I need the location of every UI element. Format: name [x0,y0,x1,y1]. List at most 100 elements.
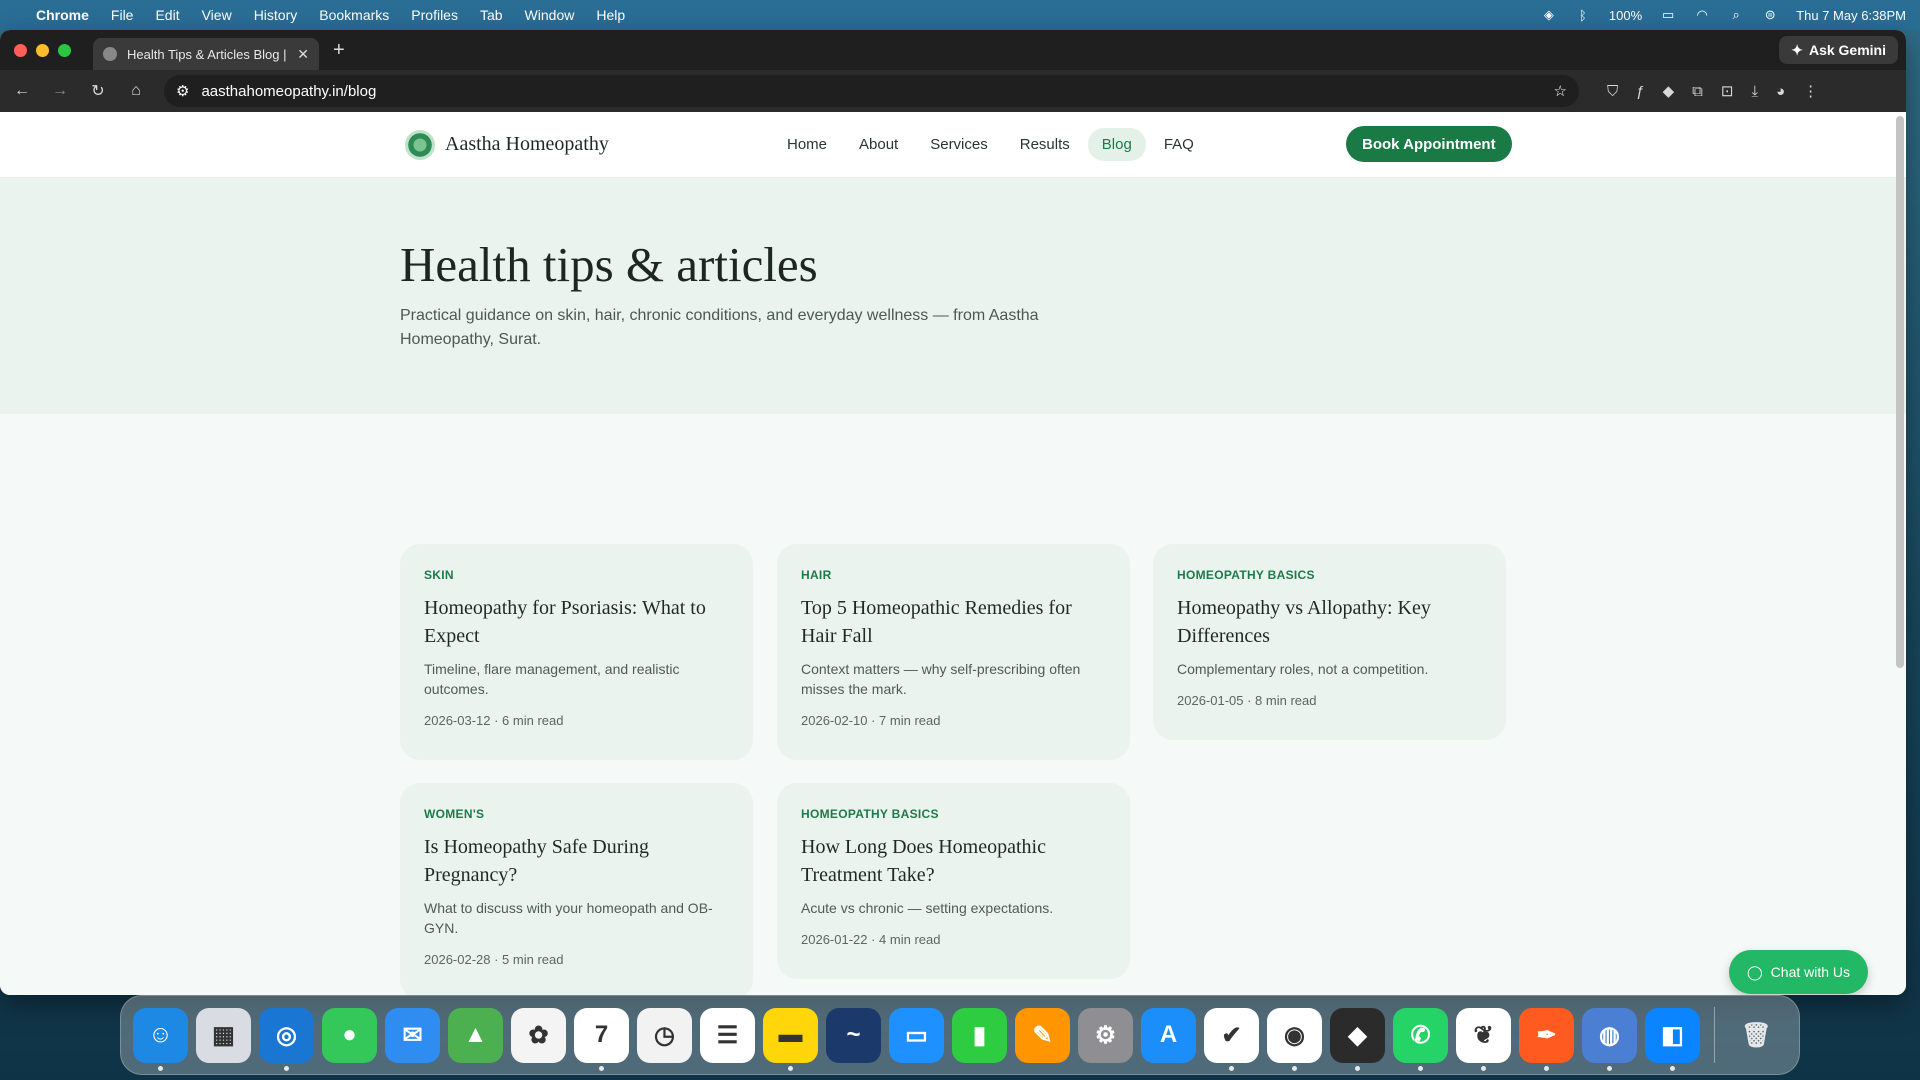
color-extension-icon[interactable]: ◆ [1663,82,1675,100]
dock-disk-utility-icon[interactable]: ◍ [1582,1007,1637,1071]
menu-view[interactable]: View [202,7,232,23]
url-text[interactable]: aasthahomeopathy.in/blog [201,83,1541,100]
site-logo[interactable]: Aastha Homeopathy [405,129,609,160]
menu-bookmarks[interactable]: Bookmarks [319,7,389,23]
reload-icon[interactable]: ↻ [88,81,108,101]
dock-calendar-icon[interactable]: 7 [574,1007,629,1071]
spotlight-search-icon[interactable]: ⌕ [1728,7,1744,23]
menubar-clock[interactable]: Thu 7 May 6:38PM [1796,8,1906,23]
app-menu[interactable]: Chrome [36,7,89,23]
article-card[interactable]: HAIR Top 5 Homeopathic Remedies for Hair… [777,544,1130,760]
dock-safari-icon[interactable]: ◎ [259,1007,314,1071]
nav-results[interactable]: Results [1006,128,1084,161]
dock-separator [1714,1007,1715,1063]
menu-help[interactable]: Help [596,7,625,23]
dock-mail-icon[interactable]: ✉ [385,1007,440,1063]
tab-title: Health Tips & Articles Blog | A [127,46,290,62]
brand-name: Aastha Homeopathy [445,133,609,155]
fullscreen-window-button[interactable] [58,43,71,57]
menu-window[interactable]: Window [525,7,575,23]
dock-trash-icon[interactable]: 🗑 [1729,1008,1784,1063]
nav-about[interactable]: About [845,128,912,161]
dock-messages-icon[interactable]: ● [322,1007,377,1063]
web-page: Aastha Homeopathy Home About Services Re… [0,112,1906,995]
article-category: HAIR [801,568,832,582]
dock-finder-icon[interactable]: ☺ [133,1007,188,1071]
chrome-window: Health Tips & Articles Blog | A ✕ + ✦ As… [0,30,1906,995]
article-excerpt: Context matters — why self-prescribing o… [801,661,1081,697]
address-bar[interactable]: ⚙ aasthahomeopathy.in/blog ☆ [164,75,1579,107]
shield-extension-icon[interactable]: ⛉ [1607,83,1618,100]
menu-history[interactable]: History [254,7,298,23]
function-extension-icon[interactable]: ƒ [1636,83,1644,100]
dropbox-icon[interactable]: ◈ [1541,7,1557,23]
dock-mongodb-icon[interactable]: ❦ [1456,1007,1511,1071]
browser-tab-active[interactable]: Health Tips & Articles Blog | A ✕ [93,38,319,70]
ask-gemini-button[interactable]: ✦ Ask Gemini [1779,36,1898,64]
page-scrollbar[interactable] [1896,116,1904,668]
article-meta: 2026-02-10 · 7 min read [801,713,941,728]
chat-with-us-button[interactable]: ◯ Chat with Us [1729,950,1869,994]
back-arrow-icon[interactable]: ← [12,82,32,100]
extensions-puzzle-icon[interactable]: ⧉ [1692,83,1703,100]
article-card[interactable]: HOMEOPATHY BASICS How Long Does Homeopat… [777,783,1130,979]
menu-file[interactable]: File [111,7,134,23]
article-excerpt: What to discuss with your homeopath and … [424,900,713,936]
nav-blog[interactable]: Blog [1087,128,1146,161]
article-title[interactable]: Is Homeopathy Safe During Pregnancy? [424,833,729,889]
nav-home[interactable]: Home [773,128,841,161]
tab-close-icon[interactable]: ✕ [297,46,309,63]
gemini-sparkle-icon: ✦ [1791,41,1803,58]
article-meta: 2026-01-05 · 8 min read [1177,693,1317,708]
dock-system-settings-icon[interactable]: ⚙ [1078,1007,1133,1063]
menu-tab[interactable]: Tab [480,7,503,23]
article-title[interactable]: Homeopathy vs Allopathy: Key Differences [1177,594,1482,650]
bookmark-star-icon[interactable]: ☆ [1554,82,1567,100]
forward-arrow-icon[interactable]: → [50,82,70,100]
menu-edit[interactable]: Edit [155,7,179,23]
article-title[interactable]: Homeopathy for Psoriasis: What to Expect [424,594,729,650]
article-title[interactable]: Top 5 Homeopathic Remedies for Hair Fall [801,594,1106,650]
dock-reminders-icon[interactable]: ☰ [700,1007,755,1063]
article-meta: 2026-02-28 · 5 min read [424,952,564,967]
dock-freeform-icon[interactable]: ~ [826,1007,881,1063]
menu-profiles[interactable]: Profiles [411,7,458,23]
dock-pages-icon[interactable]: ✎ [1015,1007,1070,1063]
article-card[interactable]: WOMEN'S Is Homeopathy Safe During Pregna… [400,783,753,995]
minimize-window-button[interactable] [36,43,49,57]
dock-cursor-icon[interactable]: ◆ [1330,1007,1385,1071]
site-info-icon[interactable]: ⚙ [176,82,189,100]
new-tab-icon[interactable]: + [333,39,345,62]
downloads-icon[interactable]: ⤓ [1751,83,1758,100]
dock-whatsapp-icon[interactable]: ✆ [1393,1007,1448,1071]
control-center-icon[interactable]: ⊜ [1762,7,1778,23]
article-card[interactable]: SKIN Homeopathy for Psoriasis: What to E… [400,544,753,760]
nav-services[interactable]: Services [916,128,1002,161]
article-card[interactable]: HOMEOPATHY BASICS Homeopathy vs Allopath… [1153,544,1506,740]
close-window-button[interactable] [14,43,27,57]
bluetooth-icon[interactable]: ᛒ [1575,7,1591,23]
dock-notes-icon[interactable]: ▬ [763,1007,818,1071]
ask-gemini-label: Ask Gemini [1808,42,1886,58]
nav-faq[interactable]: FAQ [1150,128,1208,161]
dock-photos-icon[interactable]: ✿ [511,1007,566,1063]
dock-numbers-icon[interactable]: ▮ [952,1007,1007,1063]
dock-clock-icon[interactable]: ◷ [637,1007,692,1063]
dock-chrome-icon[interactable]: ◉ [1267,1007,1322,1071]
wifi-icon[interactable]: ◠ [1694,7,1710,23]
profile-avatar-icon[interactable]: ◕ [1776,83,1785,100]
dock-maps-icon[interactable]: ▲ [448,1007,503,1063]
dock-app-store-icon[interactable]: A [1141,1007,1196,1063]
tab-search-icon[interactable]: ⊡ [1721,82,1734,100]
dock-tasks-icon[interactable]: ✔ [1204,1007,1259,1071]
chrome-menu-icon[interactable]: ⋮ [1803,82,1818,100]
article-title[interactable]: How Long Does Homeopathic Treatment Take… [801,833,1106,889]
dock-launchpad-icon[interactable]: ▦ [196,1007,251,1063]
dock-windows-app-icon[interactable]: ◧ [1645,1007,1700,1071]
dock-keynote-icon[interactable]: ▭ [889,1007,944,1063]
main-nav: Home About Services Results Blog FAQ [773,128,1208,161]
home-icon[interactable]: ⌂ [126,82,146,100]
dock-pen-app-icon[interactable]: ✒ [1519,1007,1574,1071]
book-appointment-button[interactable]: Book Appointment [1346,126,1512,162]
battery-icon[interactable]: ▭ [1660,7,1676,23]
